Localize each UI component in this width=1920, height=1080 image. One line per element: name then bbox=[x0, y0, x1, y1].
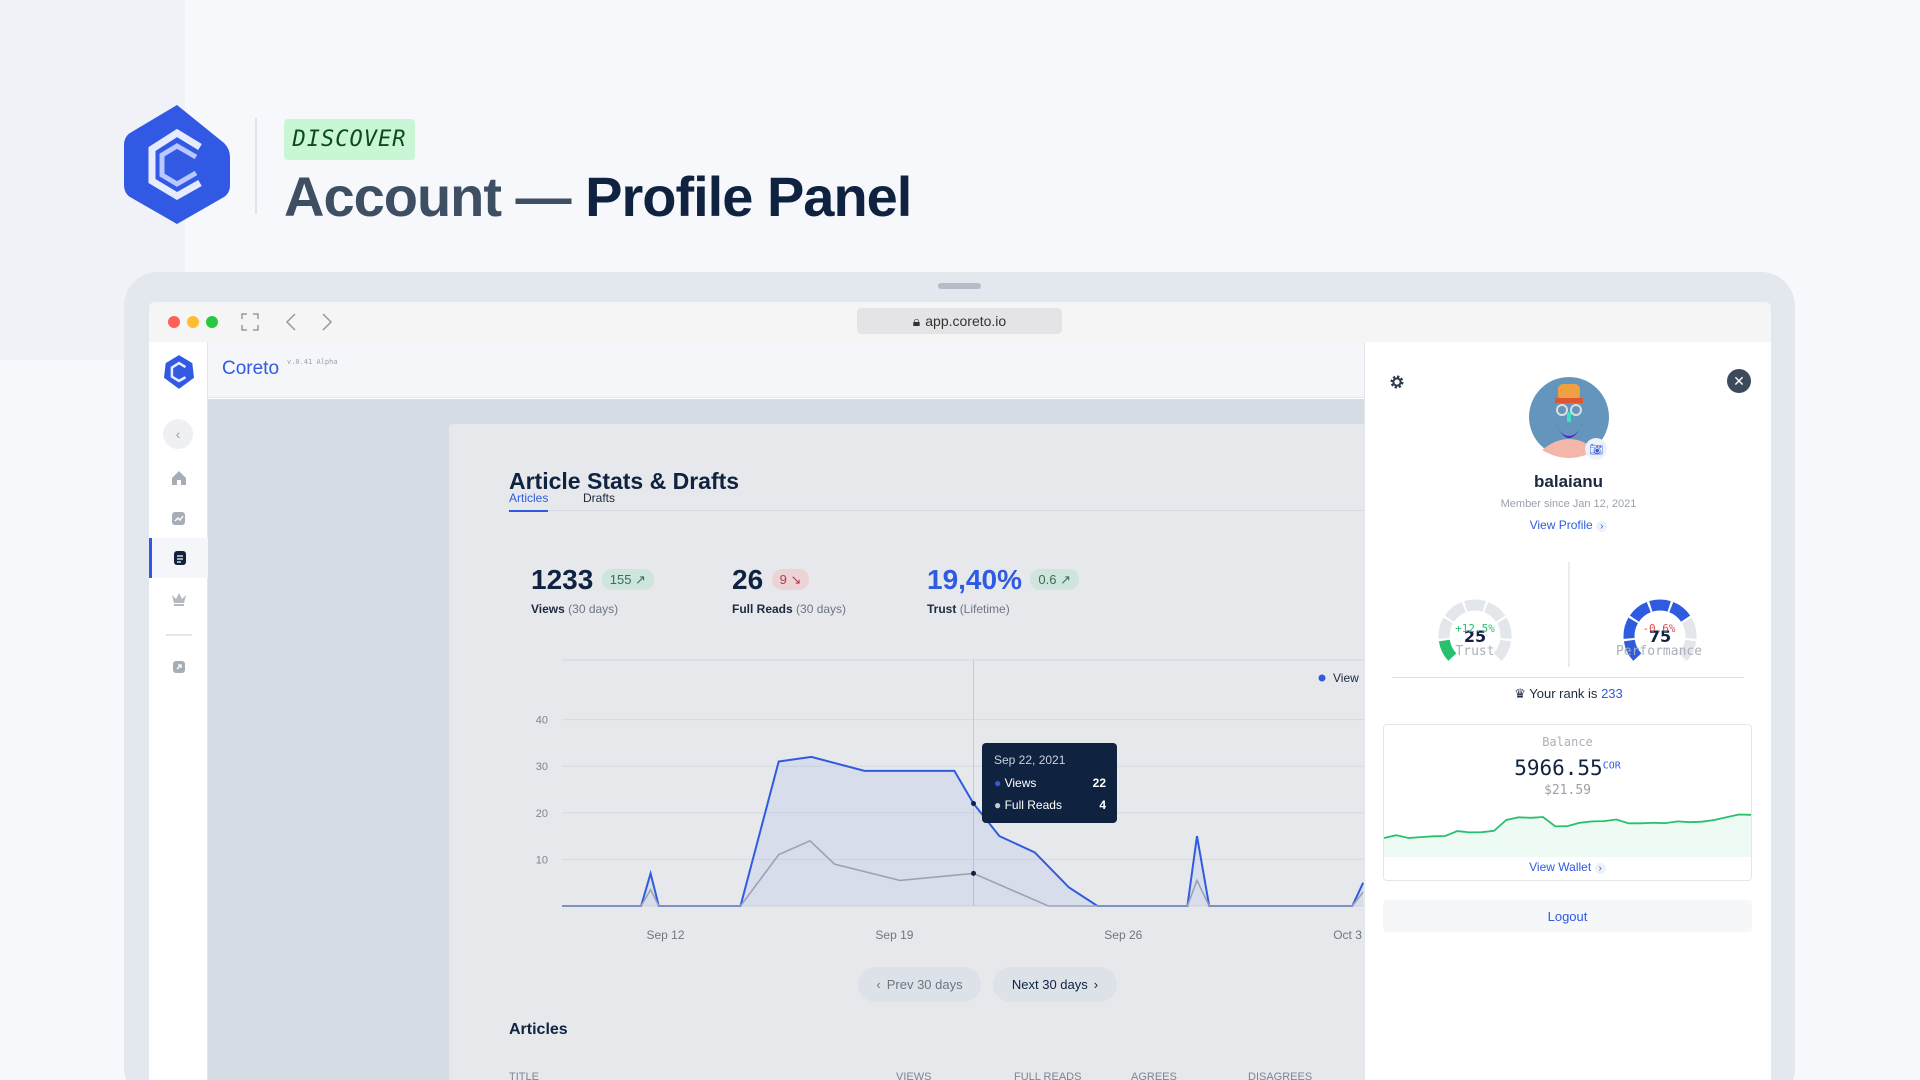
column-full-reads[interactable]: FULL READS bbox=[1014, 1071, 1081, 1080]
browser-window: 🔒︎ app.coreto.io ‹ Coreto v.0.41 Alpha Ar… bbox=[149, 302, 1771, 1080]
tooltip-value: 22 bbox=[1092, 776, 1106, 790]
balance-amount: 5966.55 bbox=[1514, 756, 1603, 780]
balance-card: Balance 5966.55COR $21.59 View Wallet › bbox=[1383, 724, 1752, 881]
trust-label[interactable]: Trust bbox=[1435, 644, 1515, 659]
balance-usd: $21.59 bbox=[1544, 783, 1591, 798]
page-title: Account — Profile Panel bbox=[284, 165, 912, 228]
chevron-right-icon: › bbox=[1093, 977, 1099, 992]
crown-icon: ♛ bbox=[1514, 686, 1526, 701]
gauge-divider bbox=[1568, 562, 1570, 667]
x-tick-label: Sep 19 bbox=[875, 928, 913, 942]
views-chart: 10 20 30 40 Sep 12 Sep 19 Sep 26 Oct 3 View bbox=[536, 659, 1364, 942]
gauge-segment bbox=[1629, 601, 1652, 622]
y-tick-label: 10 bbox=[536, 854, 548, 866]
gauge-segment bbox=[1649, 599, 1671, 612]
tooltip-label: Full Reads bbox=[1004, 798, 1062, 812]
legend-dot bbox=[1318, 674, 1326, 682]
close-icon: ✕ bbox=[1733, 372, 1745, 389]
column-views[interactable]: VIEWS bbox=[896, 1071, 931, 1080]
hover-point bbox=[971, 800, 976, 806]
trust-delta: +12.5% bbox=[1455, 622, 1495, 635]
chevron-left-icon: ‹ bbox=[876, 977, 881, 992]
x-tick-label: Oct 3 bbox=[1333, 928, 1362, 942]
views-dot-icon: ● bbox=[994, 776, 1005, 790]
performance-label[interactable]: Performance bbox=[1599, 644, 1719, 659]
column-agrees[interactable]: AGREES bbox=[1131, 1071, 1177, 1080]
rank-text: ♛ Your rank is 233 bbox=[1514, 686, 1623, 701]
column-title[interactable]: TITLE bbox=[509, 1071, 539, 1080]
legend-label: View bbox=[1333, 671, 1359, 685]
balance-sparkline bbox=[1384, 813, 1751, 857]
discover-badge: DISCOVER bbox=[284, 119, 415, 160]
next-30-days-button[interactable]: Next 30 days › bbox=[993, 967, 1117, 1002]
y-tick-label: 40 bbox=[536, 715, 548, 727]
change-avatar-button[interactable]: 📷︎ bbox=[1585, 438, 1607, 460]
gauge-segment bbox=[1668, 601, 1691, 622]
tooltip-date: Sep 22, 2021 bbox=[994, 753, 1066, 767]
gear-icon[interactable] bbox=[1389, 374, 1405, 390]
articles-heading: Articles bbox=[509, 1021, 568, 1038]
y-tick-label: 20 bbox=[536, 808, 548, 820]
drag-handle[interactable] bbox=[938, 283, 981, 289]
chart-tooltip: Sep 22, 2021 ● Views 22 ● Full Reads 4 bbox=[982, 743, 1117, 823]
rank-value[interactable]: 233 bbox=[1601, 686, 1623, 701]
gauge-segment bbox=[1483, 601, 1506, 622]
gauge-segment bbox=[1444, 601, 1467, 622]
y-tick-label: 30 bbox=[536, 761, 548, 773]
rank-divider bbox=[1392, 677, 1744, 678]
tooltip-label: Views bbox=[1004, 776, 1037, 790]
performance-delta: -0.6% bbox=[1642, 622, 1676, 635]
member-since: Member since Jan 12, 2021 bbox=[1500, 498, 1637, 510]
chevron-right-icon: › bbox=[1596, 521, 1608, 532]
tooltip-row-views: ● Views 22 bbox=[994, 776, 1106, 790]
column-disagrees[interactable]: DISAGREES bbox=[1248, 1071, 1312, 1080]
view-wallet-link[interactable]: View Wallet › bbox=[1384, 860, 1751, 874]
view-profile-link[interactable]: View Profile › bbox=[1365, 518, 1771, 532]
chevron-right-icon: › bbox=[1594, 863, 1606, 874]
prev-30-days-button[interactable]: ‹ Prev 30 days bbox=[858, 967, 981, 1002]
logout-button[interactable]: Logout bbox=[1383, 900, 1752, 932]
hover-point bbox=[971, 870, 976, 876]
gauge-segment bbox=[1464, 599, 1486, 612]
balance-currency: COR bbox=[1602, 760, 1621, 772]
tooltip-value: 4 bbox=[1099, 798, 1106, 812]
camera-icon: 📷︎ bbox=[1589, 443, 1603, 456]
close-panel-button[interactable]: ✕ bbox=[1727, 369, 1751, 393]
username: balaianu bbox=[1534, 472, 1603, 491]
views-area bbox=[562, 756, 1364, 906]
x-tick-label: Sep 26 bbox=[1104, 928, 1142, 942]
coreto-logo-icon bbox=[124, 105, 230, 224]
balance-label: Balance bbox=[1542, 735, 1593, 749]
header-divider bbox=[255, 118, 257, 214]
profile-panel: ✕ 📷︎ balaianu Member since Jan 12, 2021 … bbox=[1364, 342, 1771, 1080]
tooltip-row-full-reads: ● Full Reads 4 bbox=[994, 798, 1106, 812]
full-reads-dot-icon: ● bbox=[994, 798, 1005, 812]
x-tick-label: Sep 12 bbox=[647, 928, 685, 942]
